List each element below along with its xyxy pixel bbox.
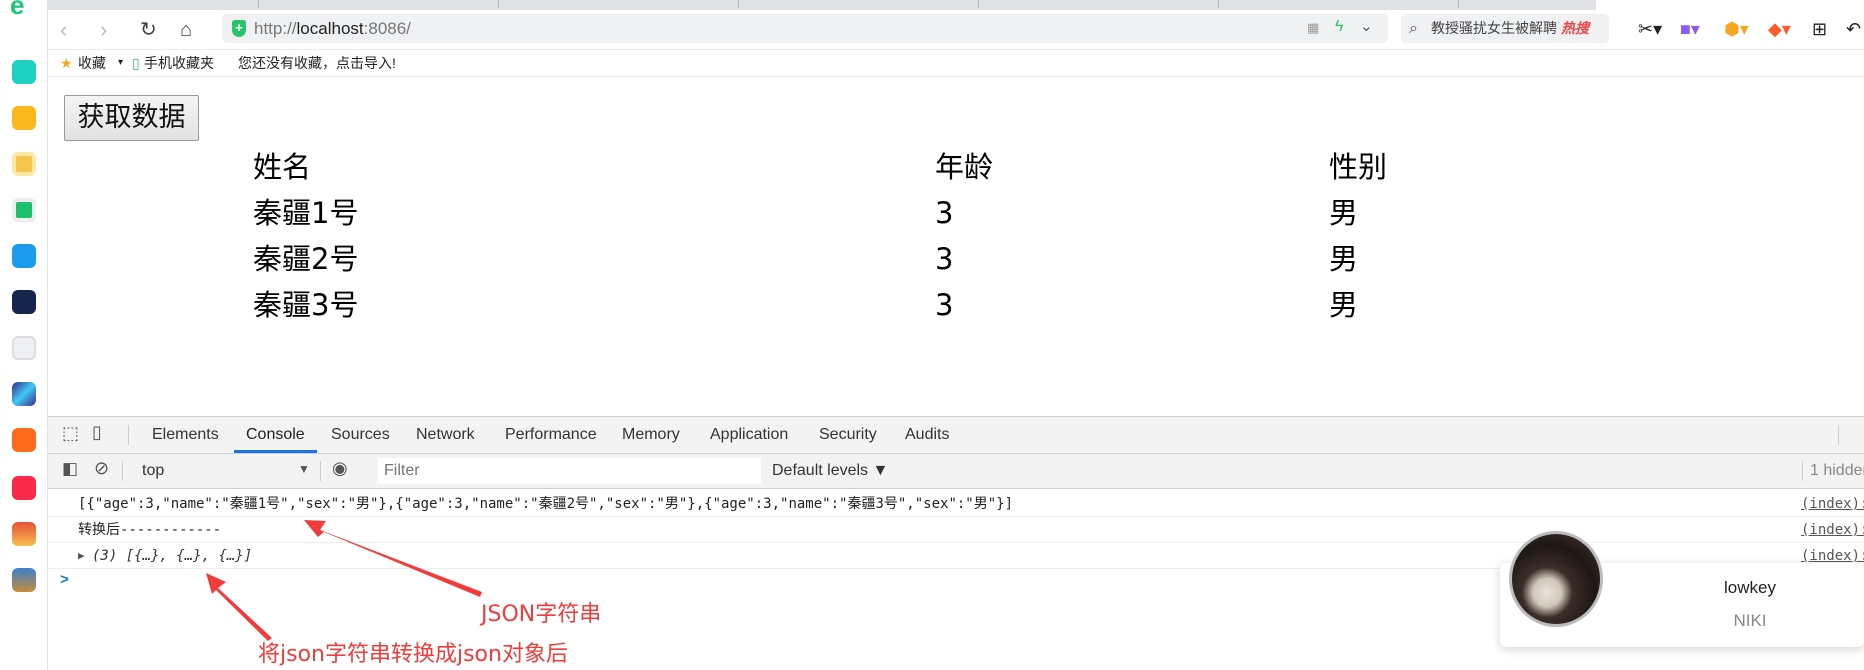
arrow-json-string <box>304 520 482 597</box>
annotation-json-object: 将json字符串转换成json对象后 <box>258 642 568 667</box>
annotation-json-string: JSON字符串 <box>481 602 602 627</box>
arrow-json-object <box>206 573 272 641</box>
annotation-arrows <box>206 520 482 641</box>
